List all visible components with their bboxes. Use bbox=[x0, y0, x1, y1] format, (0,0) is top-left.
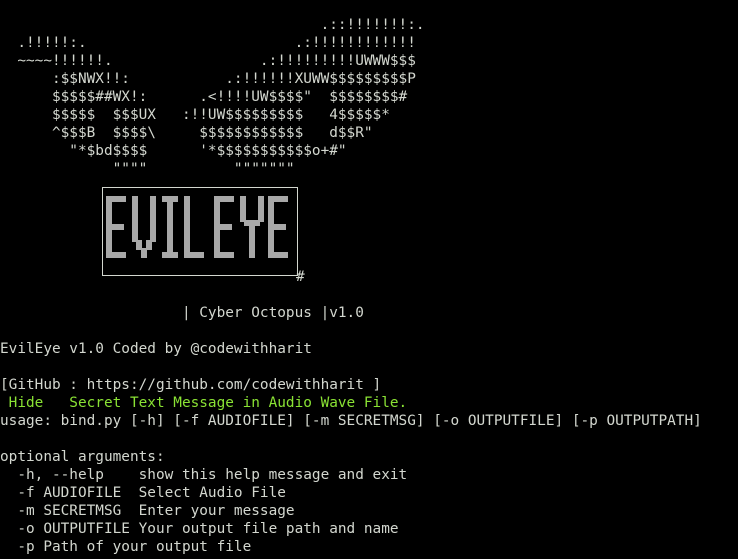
ascii-art-line: .!!!!!:. .:!!!!!!!!!!!! bbox=[0, 35, 416, 51]
terminal-window[interactable]: .::!!!!!!!:. .!!!!!:. .:!!!!!!!!!!!! ~~~… bbox=[0, 0, 738, 559]
argument-outputpath: -p Path of your output file bbox=[0, 539, 252, 555]
hide-description-line: Hide Secret Text Message in Audio Wave F… bbox=[0, 395, 408, 411]
ascii-art-line: """" """"""" bbox=[0, 161, 295, 177]
tagline: | Cyber Octopus |v1.0 bbox=[0, 305, 364, 321]
argument-outputfile: -o OUTPUTFILE Your output file path and … bbox=[0, 521, 399, 537]
evil-eye-logo bbox=[106, 196, 288, 258]
argument-audiofile: -f AUDIOFILE Select Audio File bbox=[0, 485, 286, 501]
coded-by-line: EvilEye v1.0 Coded by @codewithharit bbox=[0, 341, 312, 357]
argument-help: -h, --help show this help message and ex… bbox=[0, 467, 408, 483]
argument-secretmsg: -m SECRETMSG Enter your message bbox=[0, 503, 295, 519]
optional-arguments-header: optional arguments: bbox=[0, 449, 165, 465]
ascii-art-line: ^$$$B $$$$\ $$$$$$$$$$$$ d$$R" bbox=[0, 125, 373, 141]
ascii-art-line: $$$$$ $$$UX :!!UW$$$$$$$$$ 4$$$$$* bbox=[0, 107, 390, 123]
github-line: [GitHub : https://github.com/codewithhar… bbox=[0, 377, 382, 393]
ascii-art-line: $$$$$##WX!: .<!!!!UW$$$$" $$$$$$$$# bbox=[0, 89, 408, 105]
ascii-art-line: "*$bd$$$$ '*$$$$$$$$$$$o+#" bbox=[0, 143, 347, 159]
ascii-art-line: ~~~~!!!!!!. .:!!!!!!!!!UWWW$$$ bbox=[0, 53, 416, 69]
ascii-art-line: .::!!!!!!!:. bbox=[0, 17, 425, 33]
logo-hash: # bbox=[296, 269, 305, 285]
ascii-art-line: :$$NWX!!: .:!!!!!!XUWW$$$$$$$$$P bbox=[0, 71, 416, 87]
usage-line: usage: bind.py [-h] [-f AUDIOFILE] [-m S… bbox=[0, 413, 702, 429]
